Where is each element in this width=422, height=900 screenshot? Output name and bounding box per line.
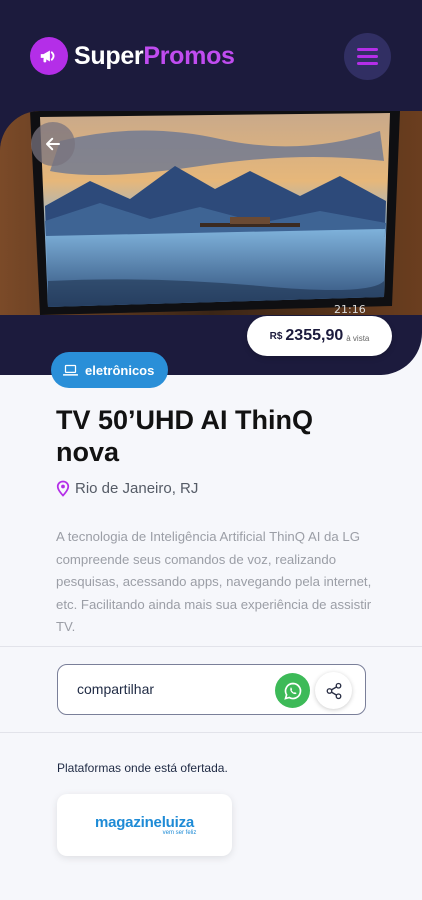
menu-icon [357,48,378,51]
store-tagline: vem ser feliz [162,830,197,836]
price-value: 2355,90 [285,327,344,344]
product-title: TV 50’UHD AI ThinQ nova [56,405,314,467]
map-pin-icon [56,480,70,497]
brand-promos: Promos [143,41,235,70]
location-text: Rio de Janeiro, RJ [75,480,199,497]
brand-super: Super [74,41,144,70]
back-button[interactable] [31,122,75,166]
menu-button[interactable] [344,33,391,80]
share-label[interactable]: compartilhar [77,681,154,697]
location: Rio de Janeiro, RJ [56,480,198,497]
whatsapp-share-button[interactable] [275,673,310,708]
laptop-icon [63,364,78,376]
platforms-label: Plataformas onde está ofertada. [57,761,228,775]
brand-logo[interactable]: SuperPromos [30,36,235,76]
arrow-left-icon [46,137,60,151]
price-suffix: à vista [346,334,370,343]
whatsapp-icon [283,682,301,700]
share-icon [326,682,341,699]
category-label: eletrônicos [85,362,155,378]
divider [0,646,422,647]
tv-clock: 21:16 [334,303,366,315]
share-button[interactable] [315,672,352,709]
share-box: compartilhar [57,664,366,715]
store-card-magazineluiza[interactable]: magazineluiza vem ser feliz [57,794,232,856]
divider [0,732,422,733]
price-currency: R$ [269,330,283,342]
product-description: A tecnologia de Inteligência Artificial … [56,529,372,634]
price-badge: R$ 2355,90 à vista [247,316,392,356]
brand-name: SuperPromos [74,42,235,71]
category-chip[interactable]: eletrônicos [51,352,169,388]
megaphone-icon [30,37,68,75]
store-logo-text: magazineluiza [94,814,195,831]
